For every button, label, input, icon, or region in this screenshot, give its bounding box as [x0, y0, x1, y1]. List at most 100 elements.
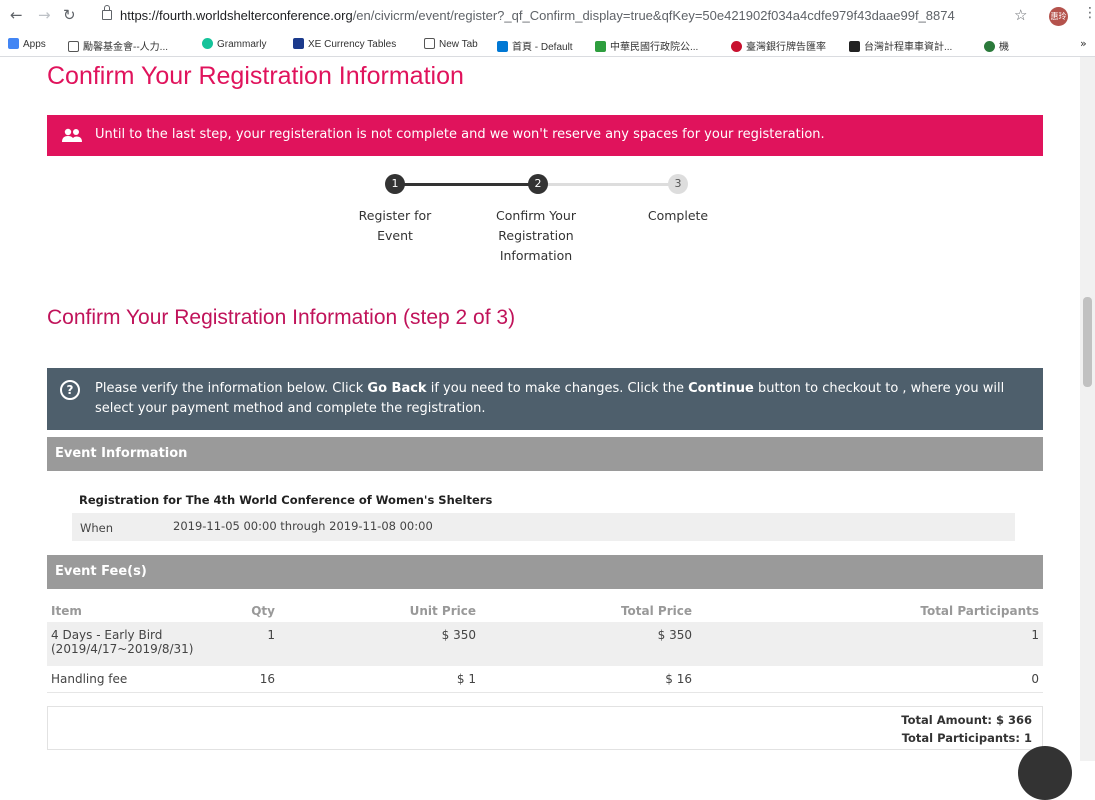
bookmark-label: XE Currency Tables	[308, 39, 397, 50]
step-1-label: Register for Event	[358, 208, 432, 243]
warning-banner: Until to the last step, your registerati…	[47, 115, 1043, 156]
warning-text: Until to the last step, your registerati…	[95, 127, 825, 142]
bookmark-item[interactable]: Grammarly	[202, 38, 266, 50]
xe-icon	[293, 38, 304, 49]
info-text: Please verify the information below. Cli…	[95, 379, 1025, 419]
step-2-circle: 2	[528, 174, 548, 194]
go-back-emphasis: Go Back	[367, 381, 427, 396]
url-path: /en/civicrm/event/register?_qf_Confirm_d…	[352, 8, 955, 23]
bookmark-star-icon[interactable]: ☆	[1014, 6, 1027, 24]
bookmark-label: 機	[999, 42, 1009, 53]
col-total-price: Total Price	[620, 604, 692, 618]
participants-cell: 0	[696, 666, 1043, 693]
page-icon	[424, 38, 435, 49]
apps-grid-icon	[8, 38, 19, 49]
when-row: When 2019-11-05 00:00 through 2019-11-08…	[72, 513, 1015, 541]
page-scrollbar[interactable]	[1080, 57, 1095, 761]
bookmark-item[interactable]: Apps	[8, 38, 46, 50]
event-name: Registration for The 4th World Conferenc…	[79, 493, 493, 507]
page-title: Confirm Your Registration Information	[47, 62, 464, 90]
page-icon	[68, 41, 79, 52]
avatar[interactable]: 惠玲	[1049, 7, 1068, 26]
bookmark-label: 首頁 - Default	[512, 42, 573, 53]
fee-table-header: Item Qty Unit Price Total Price Total Pa…	[47, 600, 1043, 622]
bookmark-label: Grammarly	[217, 39, 267, 50]
event-fee-header-label: Event Fee(s)	[55, 564, 147, 579]
col-total-participants: Total Participants	[920, 604, 1039, 618]
bookmark-item[interactable]: 勵馨基金會--人力...	[68, 38, 168, 53]
back-arrow-icon[interactable]: ←	[10, 6, 23, 24]
menu-kebab-icon[interactable]: ⋮	[1083, 5, 1095, 21]
when-value: 2019-11-05 00:00 through 2019-11-08 00:0…	[173, 519, 433, 533]
bookmark-item[interactable]: 首頁 - Default	[497, 38, 573, 53]
bookmark-label: 臺灣銀行牌告匯率	[746, 42, 826, 53]
reload-icon[interactable]: ↻	[63, 6, 76, 24]
table-row: 4 Days - Early Bird (2019/4/17~2019/8/31)…	[47, 622, 1043, 666]
bookmarks-bar: Apps 勵馨基金會--人力... Grammarly XE Currency …	[0, 34, 1095, 57]
site-icon	[984, 41, 995, 52]
qty-cell: 16	[207, 666, 279, 693]
scrollbar-thumb[interactable]	[1083, 297, 1092, 387]
browser-toolbar: ← → ↻ https://fourth.worldshelterconfere…	[0, 0, 1095, 34]
bookmark-label: Apps	[23, 39, 46, 50]
url-text: https://fourth.worldshelterconference.or…	[120, 8, 955, 23]
bookmark-item[interactable]: 機	[984, 38, 1009, 53]
step-connector	[395, 183, 538, 186]
continue-emphasis: Continue	[688, 381, 754, 396]
help-icon: ?	[60, 380, 80, 400]
event-info-header-label: Event Information	[55, 446, 188, 461]
step-3-circle: 3	[668, 174, 688, 194]
step-connector	[538, 183, 678, 186]
total-price-cell: $ 16	[480, 666, 696, 693]
address-bar[interactable]: https://fourth.worldshelterconference.or…	[90, 4, 1020, 30]
total-amount: Total Amount: $ 366	[901, 713, 1032, 727]
step-3-label: Complete	[647, 208, 709, 223]
step-2-label: Confirm Your Registration Information	[496, 208, 576, 263]
item-detail: (2019/4/17~2019/8/31)	[51, 642, 194, 656]
totals-box: Total Amount: $ 366 Total Participants: …	[47, 706, 1043, 750]
bookmark-item[interactable]: 臺灣銀行牌告匯率	[731, 38, 826, 53]
qty-cell: 1	[207, 622, 279, 666]
sharepoint-icon	[497, 41, 508, 52]
item-name: 4 Days - Early Bird	[51, 628, 163, 642]
step-1-circle: 1	[385, 174, 405, 194]
unit-price-cell: $ 350	[279, 622, 480, 666]
forward-arrow-icon[interactable]: →	[38, 6, 51, 24]
fee-table: Item Qty Unit Price Total Price Total Pa…	[47, 600, 1043, 693]
lock-icon	[102, 5, 112, 20]
taxi-icon	[849, 41, 860, 52]
table-row: Handling fee 16 $ 1 $ 16 0	[47, 666, 1043, 693]
col-item: Item	[51, 604, 82, 618]
bookmark-item[interactable]: 中華民國行政院公...	[595, 38, 698, 53]
users-icon	[62, 128, 82, 142]
info-text-part: Please verify the information below. Cli…	[95, 381, 368, 396]
bookmarks-overflow-icon[interactable]: »	[1080, 37, 1087, 50]
grammarly-icon	[202, 38, 213, 49]
col-qty: Qty	[251, 604, 275, 618]
progress-stepper: 1 2 3 Register for Event Confirm Your Re…	[330, 172, 730, 272]
event-info-header: Event Information	[47, 437, 1043, 471]
bookmark-label: 勵馨基金會--人力...	[83, 42, 168, 53]
event-fee-header: Event Fee(s)	[47, 555, 1043, 589]
bookmark-label: New Tab	[439, 39, 478, 50]
total-price-cell: $ 350	[480, 622, 696, 666]
bank-icon	[731, 41, 742, 52]
bookmark-label: 台灣計程車車資計...	[864, 42, 953, 53]
item-cell: Handling fee	[47, 666, 207, 693]
gov-icon	[595, 41, 606, 52]
item-cell: 4 Days - Early Bird (2019/4/17~2019/8/31)	[47, 622, 207, 666]
bookmark-item[interactable]: XE Currency Tables	[293, 38, 396, 50]
info-banner: ? Please verify the information below. C…	[47, 368, 1043, 430]
section-title: Confirm Your Registration Information (s…	[47, 306, 516, 329]
bookmark-label: 中華民國行政院公...	[610, 42, 699, 53]
floating-action-button[interactable]	[1018, 746, 1072, 800]
unit-price-cell: $ 1	[279, 666, 480, 693]
participants-cell: 1	[696, 622, 1043, 666]
bookmark-item[interactable]: 台灣計程車車資計...	[849, 38, 952, 53]
info-text-part: if you need to make changes. Click the	[426, 381, 689, 396]
when-label: When	[80, 521, 114, 535]
url-host: https://fourth.worldshelterconference.or…	[120, 8, 353, 23]
total-participants: Total Participants: 1	[901, 731, 1032, 745]
col-unit-price: Unit Price	[409, 604, 476, 618]
bookmark-item[interactable]: New Tab	[424, 38, 478, 50]
